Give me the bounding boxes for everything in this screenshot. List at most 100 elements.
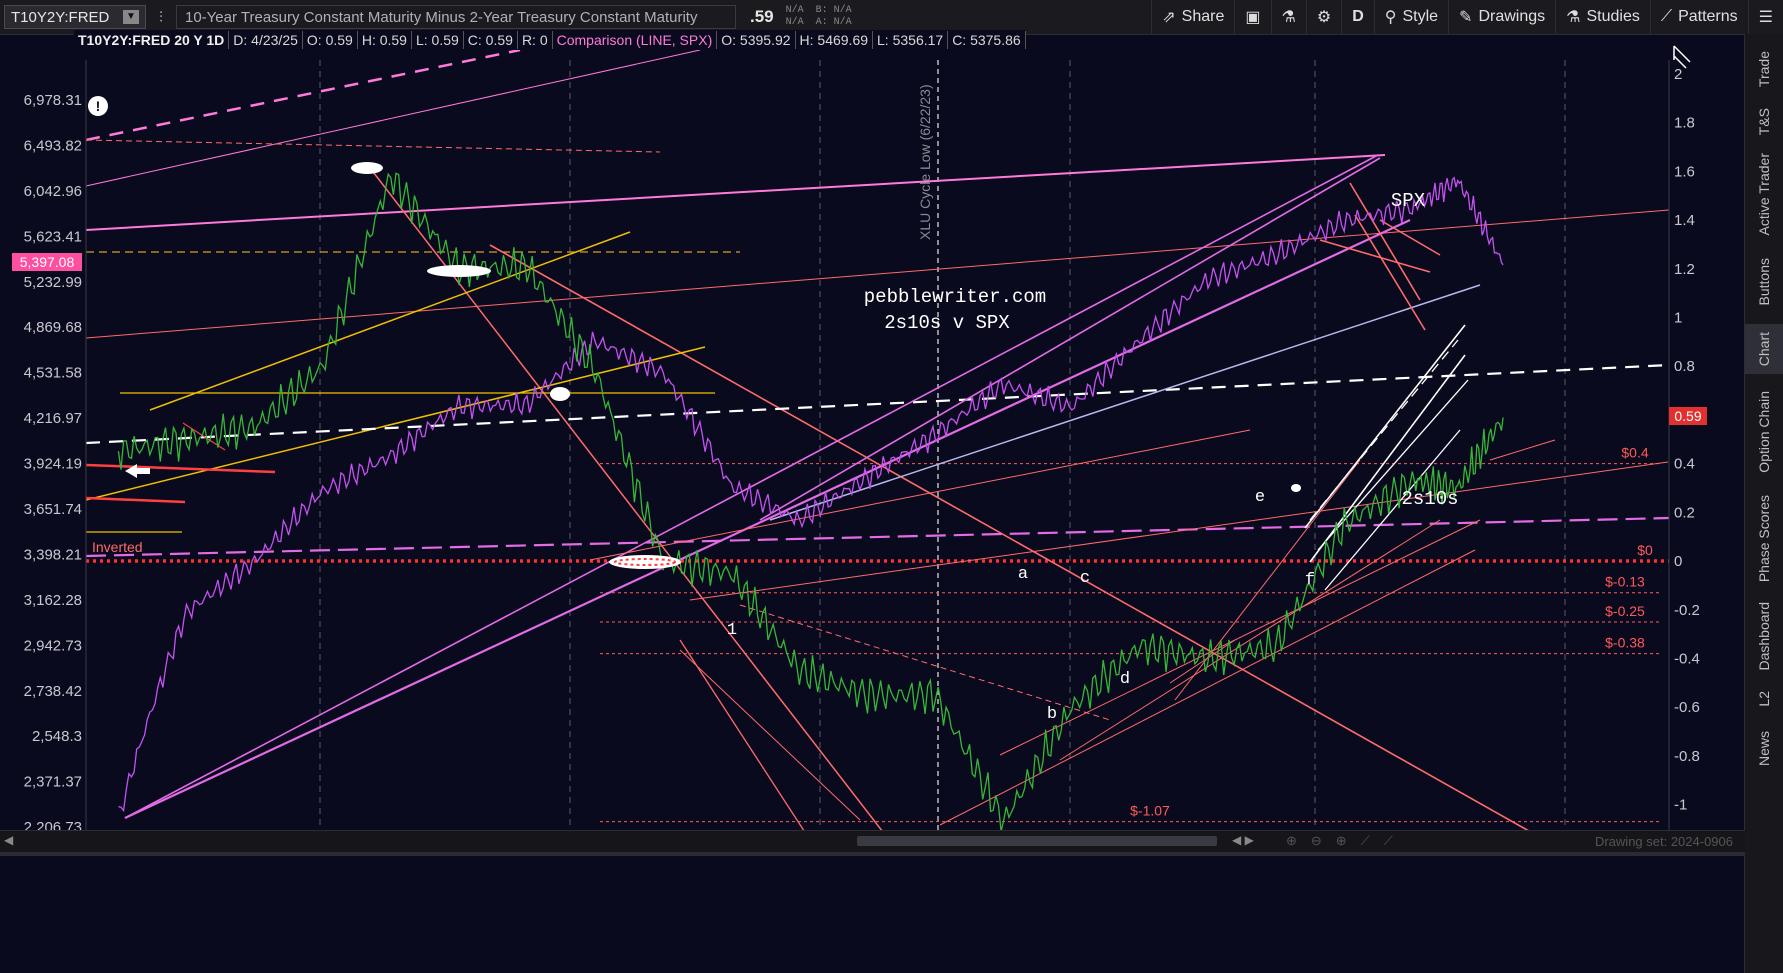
chevron-down-icon[interactable]: ▼ [123, 10, 139, 24]
scroll-right-icon[interactable]: ◀ ▶ [1232, 833, 1254, 847]
left-axis-tick-label: 3,651.74 [24, 501, 82, 518]
right-axis-tick-label: -0.2 [1674, 602, 1700, 619]
wave-label: d [1120, 670, 1130, 689]
symbol-selector[interactable]: T10Y2Y:FRED ▼ [4, 5, 146, 29]
info-date: D: 4/23/25 [229, 31, 303, 49]
menu-icon: ☰ [1758, 9, 1773, 26]
marker-ellipse [550, 387, 570, 401]
style-button[interactable]: ⚲ Style [1373, 0, 1448, 34]
sidebar-item-l2[interactable]: L2 [1745, 684, 1783, 714]
left-axis-tick-label: 3,162.28 [24, 592, 82, 609]
share-icon: ⇗ [1162, 9, 1176, 26]
sidebar-item-trade[interactable]: Trade [1745, 39, 1783, 99]
link-icon[interactable]: ⫶ [152, 9, 170, 26]
level-label: $-0.13 [1605, 574, 1645, 590]
right-axis-tick-label: 0.4 [1674, 456, 1695, 473]
ask-info: B: N/A A: N/A [815, 5, 852, 28]
left-axis-tick-label: 4,216.97 [24, 410, 82, 427]
info-high: H: 0.59 [358, 31, 412, 49]
right-axis-tick-label: -0.8 [1674, 748, 1700, 765]
symbol-value: T10Y2Y:FRED [11, 8, 110, 26]
patterns-icon: ⟋ [1660, 8, 1673, 25]
time-scrollbar[interactable]: ◀ ◀ ▶ ⊕⊖⊕⟋⟋ Drawing set: 2024-0906 [0, 830, 1745, 853]
info-close: C: 0.59 [464, 31, 518, 49]
period-button[interactable]: D [1341, 0, 1374, 34]
current-spx-label: 5,397.08 [20, 254, 75, 270]
left-axis-tick-label: 3,924.19 [24, 456, 82, 473]
right-axis-tick-label: 2 [1674, 66, 1682, 83]
right-axis-tick-label: 0.8 [1674, 358, 1695, 375]
wave-label: e [1255, 488, 1265, 507]
left-axis-tick-label: 6,978.31 [24, 92, 82, 109]
level-label: $-0.25 [1605, 603, 1645, 619]
sidebar-item-active-trader[interactable]: Active Trader [1745, 146, 1783, 242]
right-axis-tick-label: 1.8 [1674, 115, 1695, 132]
settings-button[interactable]: ⚙ [1305, 0, 1341, 34]
left-axis-tick-label: 5,232.99 [24, 274, 82, 291]
wave-label: b [1047, 705, 1057, 724]
wave-label: f [1305, 571, 1315, 590]
right-axis-tick-label: -1 [1674, 797, 1687, 814]
current-spread-label: 0.59 [1674, 408, 1701, 424]
cmp-open: O: 5395.92 [717, 31, 796, 49]
info-bar: T10Y2Y:FRED 20 Y 1D D: 4/23/25 O: 0.59 H… [74, 30, 1026, 50]
left-axis-tick-label: 2,548.3 [32, 728, 82, 745]
chart-tool-icon[interactable] [1673, 45, 1691, 69]
right-axis-tick-label: 1.2 [1674, 261, 1695, 278]
left-axis-tick-label: 6,042.96 [24, 183, 82, 200]
marker-ellipse [1291, 484, 1301, 492]
cmp-high: H: 5469.69 [796, 31, 874, 49]
sidebar-item-buttons[interactable]: Buttons [1745, 249, 1783, 314]
spread-label: 2s10s [1401, 488, 1458, 510]
scroll-left-icon[interactable]: ◀ [4, 833, 13, 847]
bottom-border [0, 852, 1745, 856]
right-axis-tick-label: 1.4 [1674, 212, 1695, 229]
right-axis-tick-label: -0.4 [1674, 650, 1700, 667]
symbol-description: 10-Year Treasury Constant Maturity Minus… [176, 5, 736, 29]
spx-label: SPX [1391, 190, 1426, 212]
flask-button[interactable]: ⚗ [1270, 0, 1306, 34]
plot-area [86, 60, 1669, 846]
left-axis-tick-label: 2,738.42 [24, 683, 82, 700]
bid-info: N/A N/A [785, 5, 804, 28]
workspace-button[interactable]: ▣ [1234, 0, 1270, 34]
zoom-tools[interactable]: ⊕⊖⊕⟋⟋ [1286, 833, 1407, 849]
alert-icon-glyph: ! [96, 98, 101, 114]
sidebar-item-phase-scores[interactable]: Phase Scores [1745, 489, 1783, 589]
info-low: L: 0.59 [412, 31, 464, 49]
style-icon: ⚲ [1384, 9, 1397, 26]
inverted-label: Inverted [92, 539, 143, 555]
drawing-set-label: Drawing set: 2024-0906 [1594, 834, 1733, 849]
level-label: $0.4 [1621, 445, 1648, 461]
sidebar-item-dashboard[interactable]: Dashboard [1745, 596, 1783, 676]
price-chart[interactable]: 2020 year2021 year2022 year2023 year2024… [0, 34, 1745, 846]
cmp-low: L: 5356.17 [873, 31, 949, 49]
left-axis-tick-label: 2,371.37 [24, 774, 82, 791]
sidebar-item-news[interactable]: News [1745, 724, 1783, 774]
wave-label: 1 [727, 621, 737, 640]
right-axis-tick-label: -0.6 [1674, 699, 1700, 716]
xlu-cycle-label: XLU Cycle Low (6/22/23) [917, 84, 933, 240]
right-axis-tick-label: 0.2 [1674, 504, 1695, 521]
left-axis-tick-label: 4,531.58 [24, 365, 82, 382]
sidebar-item-option-chain[interactable]: Option Chain [1745, 382, 1783, 482]
share-button[interactable]: ⇗ Share [1151, 0, 1234, 34]
sidebar-item-chart[interactable]: Chart [1745, 324, 1783, 374]
site-annotation: pebblewriter.com [864, 286, 1046, 308]
patterns-button[interactable]: ⟋ Patterns [1649, 0, 1748, 34]
flask-icon: ⚗ [1281, 9, 1296, 26]
right-axis-tick-label: 1 [1674, 310, 1682, 327]
studies-button[interactable]: ⚗ Studies [1555, 0, 1650, 34]
scrollbar-thumb[interactable] [857, 836, 1217, 846]
drawings-button[interactable]: ✎ Drawings [1448, 0, 1555, 34]
left-axis-tick-label: 2,942.73 [24, 637, 82, 654]
menu-button[interactable]: ☰ [1747, 0, 1783, 34]
last-price: .59 [750, 7, 774, 26]
sidebar-item-ts[interactable]: T&S [1745, 102, 1783, 142]
left-axis-tick-label: 3,398.21 [24, 546, 82, 563]
marker-ellipse [427, 265, 491, 277]
marker-ellipse [351, 162, 383, 174]
workspace-icon: ▣ [1245, 9, 1261, 26]
level-label: $-0.38 [1605, 635, 1645, 651]
right-axis-tick-label: 1.6 [1674, 163, 1695, 180]
